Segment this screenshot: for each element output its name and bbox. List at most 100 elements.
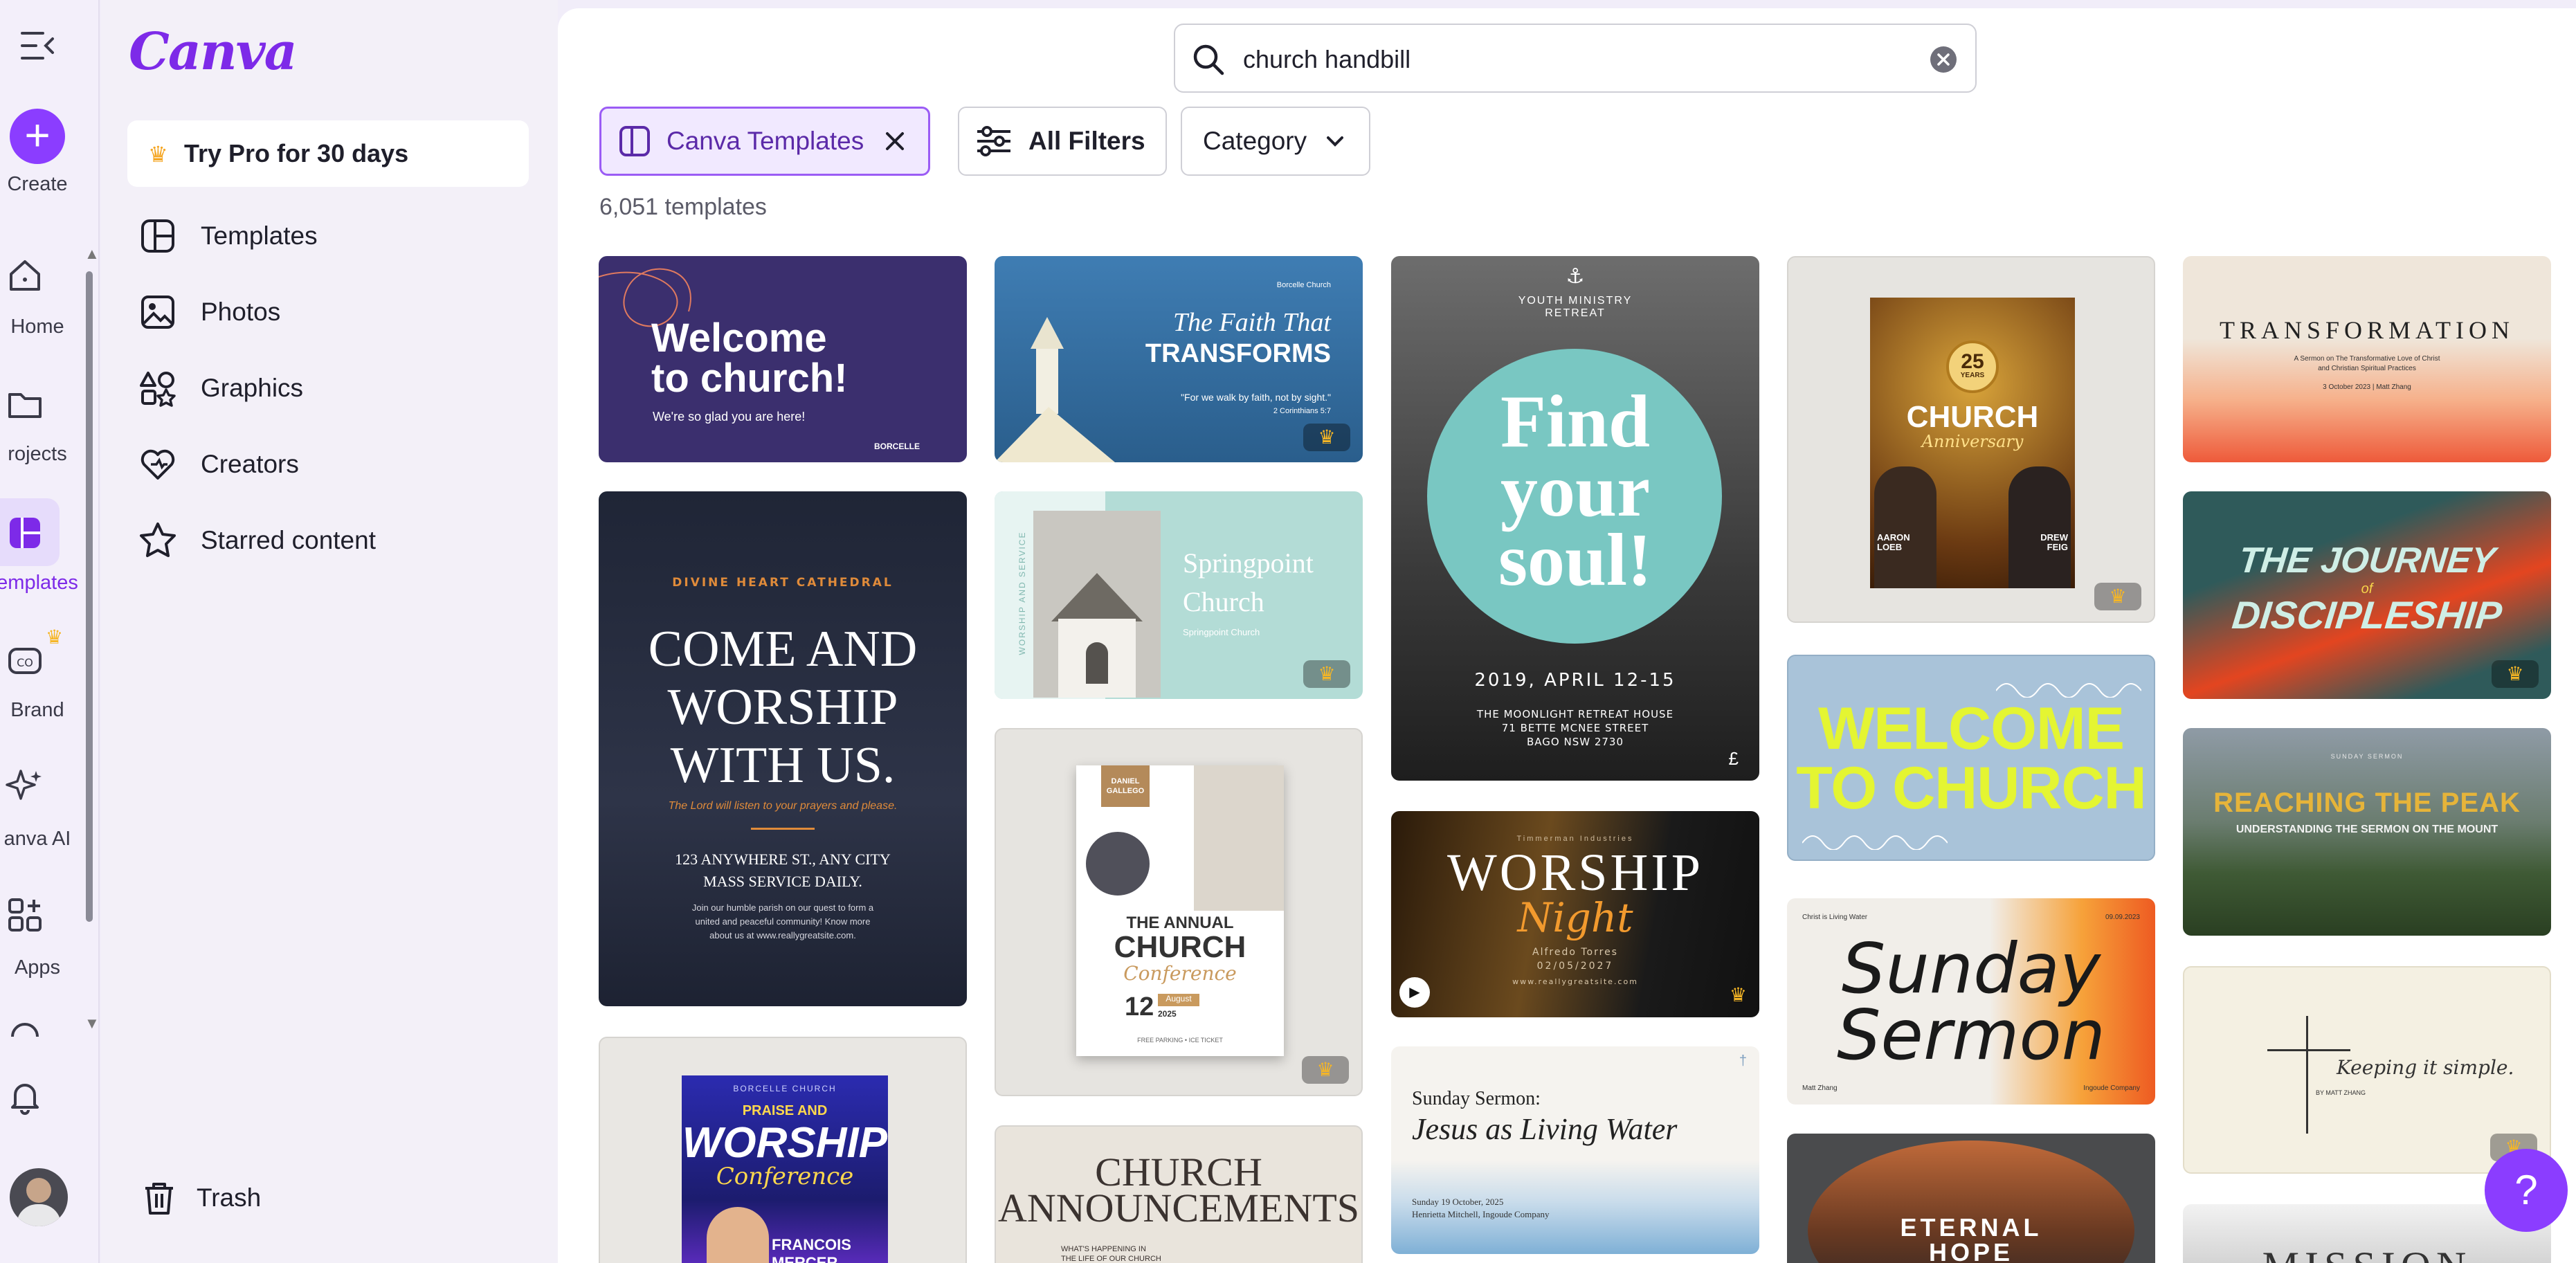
rail-projects-label[interactable]: rojects bbox=[0, 443, 87, 466]
home-icon[interactable] bbox=[4, 255, 46, 296]
template-card[interactable]: BORCELLE CHURCH PRAISE AND WORSHIP Confe… bbox=[599, 1037, 967, 1263]
template-card[interactable]: SUNDAY SERMON REACHING THE PEAK UNDERSTA… bbox=[2183, 728, 2551, 936]
card-subtitle: Springpoint Church bbox=[1183, 627, 1260, 637]
template-card[interactable]: DANIELGALLEGO THE ANNUAL CHURCH Conferen… bbox=[995, 728, 1363, 1096]
template-card[interactable]: Timmerman Industries WORSHIP Night Alfre… bbox=[1391, 811, 1759, 1017]
template-card[interactable]: CHURCHANNOUNCEMENTS WHAT'S HAPPENING INT… bbox=[995, 1125, 1363, 1263]
avatar[interactable] bbox=[10, 1168, 68, 1226]
close-icon[interactable] bbox=[885, 131, 905, 152]
card-title: Sunday Sermon: bbox=[1412, 1088, 1541, 1110]
all-filters-button[interactable]: All Filters bbox=[958, 107, 1167, 176]
nav-trash[interactable]: Trash bbox=[140, 1174, 261, 1222]
nav-starred[interactable]: Starred content bbox=[138, 516, 376, 565]
cloud-icon[interactable] bbox=[4, 1017, 46, 1038]
card-title: THE JOURNEY bbox=[2183, 540, 2551, 581]
scroll-up-icon[interactable]: ▲ bbox=[84, 245, 100, 263]
template-card[interactable]: † Sunday Sermon: Jesus as Living Water S… bbox=[1391, 1046, 1759, 1254]
svg-text:CO: CO bbox=[17, 656, 33, 669]
card-subtitle: WHAT'S HAPPENING INTHE LIFE OF OUR CHURC… bbox=[1061, 1244, 1161, 1263]
star-icon bbox=[138, 521, 177, 560]
card-top-label: DIVINE HEART CATHEDRAL bbox=[599, 576, 967, 590]
try-pro-button[interactable]: ♛Try Pro for 30 days bbox=[127, 120, 529, 187]
sparkle-icon[interactable] bbox=[4, 765, 46, 807]
pro-crown-icon: ♛ bbox=[2492, 660, 2539, 688]
speaker-1: AARONLOEB bbox=[1877, 533, 1910, 552]
template-card[interactable]: TRANSFORMATION A Sermon on The Transform… bbox=[2183, 256, 2551, 462]
card-title: REACHING THE PEAK bbox=[2183, 788, 2551, 819]
nav-photos[interactable]: Photos bbox=[138, 288, 280, 336]
trash-icon bbox=[140, 1179, 179, 1217]
template-card[interactable]: ETERNALHOPE bbox=[1787, 1134, 2155, 1263]
cross-line-vertical bbox=[2306, 1016, 2308, 1134]
card-date: 12 bbox=[1125, 992, 1154, 1022]
card-company: Ingoude Company bbox=[2083, 1084, 2140, 1092]
nav-graphics[interactable]: Graphics bbox=[138, 364, 303, 412]
template-card[interactable]: WORSHIP AND SERVICE SpringpointChurch Sp… bbox=[995, 491, 1363, 699]
card-quote: "For we walk by faith, not by sight." bbox=[1181, 392, 1331, 403]
anchor-icon: ⚓ bbox=[1391, 264, 1759, 289]
church-steeple-image bbox=[995, 317, 1133, 462]
card-site: www.reallygreatsite.com bbox=[1391, 977, 1759, 986]
card-subtitle: A Sermon on The Transformative Love of C… bbox=[2183, 354, 2551, 374]
canva-templates-chip[interactable]: Canva Templates bbox=[599, 107, 930, 176]
left-rail: + Create Home rojects emplates CO ♛ Bran… bbox=[0, 0, 100, 1263]
template-card[interactable]: DIVINE HEART CATHEDRAL COME ANDWORSHIPWI… bbox=[599, 491, 967, 1006]
rail-brand-label[interactable]: Brand bbox=[0, 699, 87, 722]
card-line: PRAISE AND bbox=[682, 1103, 888, 1119]
rail-templates-label[interactable]: emplates bbox=[0, 572, 87, 594]
scroll-down-icon[interactable]: ▼ bbox=[84, 1015, 100, 1033]
canva-logo[interactable]: Canva bbox=[129, 22, 296, 82]
folder-icon[interactable] bbox=[4, 383, 46, 425]
brand-icon[interactable]: CO bbox=[4, 639, 46, 681]
templates-icon[interactable] bbox=[4, 512, 46, 554]
category-dropdown[interactable]: Category bbox=[1181, 107, 1370, 176]
speaker-photo bbox=[707, 1207, 769, 1263]
template-card[interactable]: Keeping it simple. BY MATT ZHANG ♛ bbox=[2183, 966, 2551, 1174]
template-card[interactable]: Welcometo church! We're so glad you are … bbox=[599, 256, 967, 462]
category-label: Category bbox=[1203, 127, 1307, 156]
pro-crown-icon: ♛ bbox=[1303, 424, 1350, 451]
decorative-wave bbox=[1996, 663, 2141, 698]
create-button[interactable]: + bbox=[10, 109, 65, 164]
card-side-label: WORSHIP AND SERVICE bbox=[1017, 524, 1027, 662]
nav-creators[interactable]: Creators bbox=[138, 440, 299, 489]
clear-search-icon[interactable] bbox=[1930, 46, 1957, 73]
card-title: WELCOMETO CHURCH bbox=[1788, 699, 2154, 818]
card-title: The Faith That bbox=[1173, 307, 1331, 338]
template-card[interactable]: WELCOMETO CHURCH bbox=[1787, 655, 2155, 861]
template-card[interactable]: ⚓ YOUTH MINISTRYRETREAT Findyoursoul! 20… bbox=[1391, 256, 1759, 781]
rail-home-label[interactable]: Home bbox=[0, 316, 87, 338]
card-brand: BORCELLE bbox=[874, 442, 920, 451]
rail-apps-label[interactable]: Apps bbox=[0, 956, 87, 979]
template-card[interactable]: Borcelle Church The Faith That TRANSFORM… bbox=[995, 256, 1363, 462]
card-title: COME ANDWORSHIPWITH US. bbox=[599, 620, 967, 794]
templates-icon bbox=[138, 217, 177, 255]
cross-line-horizontal bbox=[2267, 1049, 2350, 1051]
card-small-label: Borcelle Church bbox=[1277, 281, 1331, 289]
card-title: Welcometo church! bbox=[651, 318, 848, 399]
question-icon: ? bbox=[2514, 1167, 2537, 1213]
card-small-label: Timmerman Industries bbox=[1391, 835, 1759, 843]
speaker-name: FRANCOIS MERCER bbox=[772, 1236, 888, 1263]
card-author: Matt Zhang bbox=[1802, 1084, 1838, 1092]
chapel-image bbox=[1033, 511, 1161, 698]
apps-icon[interactable] bbox=[4, 894, 46, 936]
template-card[interactable]: 25YEARS CHURCH Anniversary AARONLOEB DRE… bbox=[1787, 256, 2155, 623]
card-date: 09.09.2023 bbox=[2105, 914, 2140, 921]
template-card[interactable]: Christ is Living Water 09.09.2023 Sunday… bbox=[1787, 898, 2155, 1105]
rail-canva-ai-label[interactable]: anva AI bbox=[0, 828, 87, 851]
search-bar[interactable] bbox=[1174, 24, 1977, 93]
search-input[interactable] bbox=[1243, 40, 1866, 79]
bell-icon[interactable] bbox=[4, 1077, 46, 1118]
card-subtitle: UNDERSTANDING THE SERMON ON THE MOUNT bbox=[2183, 824, 2551, 836]
decorative-wave bbox=[1802, 822, 1948, 850]
card-details: Sunday 19 October, 2025Henrietta Mitchel… bbox=[1412, 1196, 1550, 1221]
graphics-icon bbox=[138, 369, 177, 408]
nav-templates[interactable]: Templates bbox=[138, 212, 318, 260]
help-button[interactable]: ? bbox=[2485, 1149, 2568, 1232]
play-icon[interactable]: ▶ bbox=[1399, 977, 1430, 1008]
template-card[interactable]: THE JOURNEY of DISCIPLESHIP ♛ bbox=[2183, 491, 2551, 699]
years-badge: 25YEARS bbox=[1946, 340, 1999, 393]
collapse-menu-icon[interactable] bbox=[21, 30, 55, 61]
rail-scrollbar[interactable] bbox=[86, 271, 93, 922]
